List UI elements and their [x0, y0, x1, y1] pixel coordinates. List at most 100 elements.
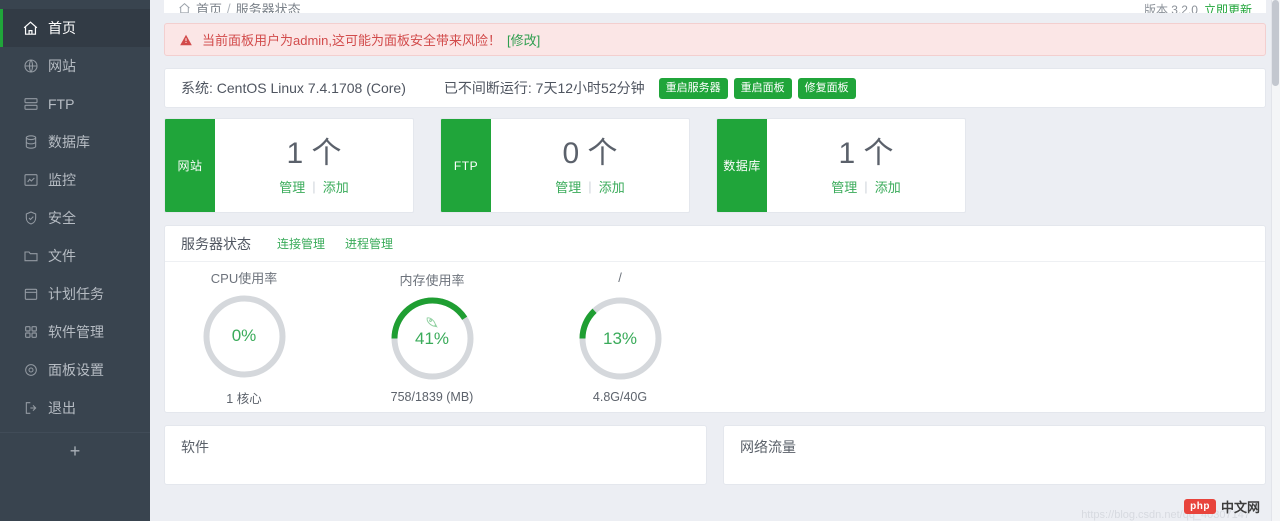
card-link-divider: | — [864, 179, 867, 194]
breadcrumb-current: 服务器状态 — [236, 0, 301, 14]
resource-gauges: CPU使用率 0% 1 核心 内存使用率 — [165, 262, 1265, 412]
sidebar-item-label: 安全 — [48, 208, 76, 228]
sidebar-item-logout[interactable]: 退出 — [0, 389, 150, 427]
card-body: 0 个 管理 | 添加 — [491, 119, 689, 212]
sidebar-item-monitor[interactable]: 监控 — [0, 161, 150, 199]
system-uptime-label: 已不间断运行: 7天12小时52分钟 — [444, 78, 645, 98]
sidebar-item-label: 首页 — [48, 18, 76, 38]
sidebar-add-button[interactable]: + — [0, 432, 150, 468]
stat-cards: 网站 1 个 管理 | 添加 FTP 0 个 管理 | — [164, 118, 1266, 213]
version-label: 版本 3.2.0 — [1144, 1, 1198, 14]
sidebar-item-label: 网站 — [48, 56, 76, 76]
watermark-logo: php 中文网 — [1184, 497, 1260, 516]
stat-card-website[interactable]: 网站 1 个 管理 | 添加 — [164, 118, 414, 213]
alert-text: 当前面板用户为admin,这可能为面板安全带来风险！ — [202, 30, 501, 49]
card-links: 管理 | 添加 — [555, 177, 624, 196]
network-traffic-panel-title: 网络流量 — [724, 426, 1265, 468]
gauge-memory: 内存使用率 41% 758/1839 (MB) — [375, 270, 489, 404]
sidebar-item-label: 计划任务 — [48, 284, 104, 304]
system-os-label: 系统: CentOS Linux 7.4.1708 (Core) — [181, 78, 406, 98]
alert-modify-link[interactable]: [修改] — [507, 30, 540, 49]
sidebar-item-label: 监控 — [48, 170, 76, 190]
restart-server-button[interactable]: 重启服务器 — [659, 78, 728, 99]
server-icon — [22, 96, 39, 113]
gauge-ring: 13% — [578, 296, 663, 381]
card-link-divider: | — [588, 179, 591, 194]
process-manage-link[interactable]: 进程管理 — [345, 235, 393, 252]
sidebar-item-label: 软件管理 — [48, 322, 104, 342]
network-traffic-panel: 网络流量 — [723, 425, 1266, 485]
admin-user-warning-alert: 当前面板用户为admin,这可能为面板安全带来风险！ [修改] — [164, 23, 1266, 56]
gauge-label: / — [618, 270, 622, 288]
version-info: 版本 3.2.0 立即更新 — [1144, 1, 1252, 14]
main-content: 首页 / 服务器状态 版本 3.2.0 立即更新 当前面板用户为admin,这可… — [150, 0, 1280, 521]
card-tab-label: FTP — [441, 119, 491, 212]
bottom-panels: 软件 网络流量 — [164, 425, 1266, 485]
monitor-icon — [22, 172, 39, 189]
sidebar-item-label: 数据库 — [48, 132, 90, 152]
card-manage-link[interactable]: 管理 — [831, 177, 857, 196]
gauge-sub-label: 4.8G/40G — [593, 390, 647, 404]
card-count: 1 个 — [286, 138, 341, 170]
gauge-cpu: CPU使用率 0% 1 核心 — [187, 268, 301, 407]
software-panel: 软件 — [164, 425, 707, 485]
sidebar-item-cron[interactable]: 计划任务 — [0, 275, 150, 313]
gauge-label: 内存使用率 — [399, 270, 464, 288]
sidebar-item-label: 退出 — [48, 398, 76, 418]
card-body: 1 个 管理 | 添加 — [767, 119, 965, 212]
sidebar-item-software[interactable]: 软件管理 — [0, 313, 150, 351]
breadcrumb-separator: / — [227, 1, 231, 14]
sidebar-item-database[interactable]: 数据库 — [0, 123, 150, 161]
gauge-value: 0% — [202, 294, 287, 379]
gauge-sub-label: 758/1839 (MB) — [391, 390, 474, 404]
card-tab-label: 网站 — [165, 119, 215, 212]
server-status-title: 服务器状态 — [181, 234, 251, 254]
sidebar-item-security[interactable]: 安全 — [0, 199, 150, 237]
sidebar-item-ftp[interactable]: FTP — [0, 85, 150, 123]
calendar-icon — [22, 286, 39, 303]
card-manage-link[interactable]: 管理 — [279, 177, 305, 196]
home-icon — [178, 2, 191, 14]
software-panel-title: 软件 — [165, 426, 706, 468]
breadcrumb: 首页 / 服务器状态 — [178, 0, 301, 14]
globe-icon — [22, 58, 39, 75]
php-badge: php — [1184, 499, 1216, 514]
scrollbar-thumb[interactable] — [1272, 0, 1279, 86]
folder-icon — [22, 248, 39, 265]
warning-triangle-icon — [179, 33, 193, 47]
sidebar: 首页 网站 FTP 数据库 — [0, 0, 150, 521]
card-links: 管理 | 添加 — [279, 177, 348, 196]
sidebar-item-website[interactable]: 网站 — [0, 47, 150, 85]
restart-panel-button[interactable]: 重启面板 — [734, 78, 792, 99]
gauge-sub-label: 1 核心 — [226, 388, 261, 407]
card-manage-link[interactable]: 管理 — [555, 177, 581, 196]
breadcrumb-bar: 首页 / 服务器状态 版本 3.2.0 立即更新 — [164, 0, 1266, 14]
database-icon — [22, 134, 39, 151]
card-add-link[interactable]: 添加 — [599, 177, 625, 196]
server-status-panel: 服务器状态 连接管理 进程管理 CPU使用率 0% 1 — [164, 225, 1266, 413]
card-link-divider: | — [312, 179, 315, 194]
card-links: 管理 | 添加 — [831, 177, 900, 196]
sidebar-item-settings[interactable]: 面板设置 — [0, 351, 150, 389]
gauge-ring: 0% — [202, 294, 287, 379]
system-action-buttons: 重启服务器 重启面板 修复面板 — [659, 78, 856, 99]
update-now-link[interactable]: 立即更新 — [1204, 1, 1252, 14]
breadcrumb-home-link[interactable]: 首页 — [196, 0, 222, 14]
card-body: 1 个 管理 | 添加 — [215, 119, 413, 212]
gauge-value: 13% — [578, 296, 663, 381]
card-add-link[interactable]: 添加 — [875, 177, 901, 196]
repair-panel-button[interactable]: 修复面板 — [798, 78, 856, 99]
page-scrollbar[interactable] — [1271, 0, 1280, 521]
card-tab-label: 数据库 — [717, 119, 767, 212]
sidebar-item-home[interactable]: 首页 — [0, 9, 150, 47]
sidebar-item-files[interactable]: 文件 — [0, 237, 150, 275]
connection-manage-link[interactable]: 连接管理 — [277, 235, 325, 252]
panel-app: 首页 网站 FTP 数据库 — [0, 0, 1280, 521]
server-status-header: 服务器状态 连接管理 进程管理 — [165, 226, 1265, 262]
stat-card-database[interactable]: 数据库 1 个 管理 | 添加 — [716, 118, 966, 213]
logout-icon — [22, 400, 39, 417]
watermark-text: 中文网 — [1221, 497, 1260, 516]
card-add-link[interactable]: 添加 — [323, 177, 349, 196]
stat-card-ftp[interactable]: FTP 0 个 管理 | 添加 — [440, 118, 690, 213]
sidebar-item-label: FTP — [48, 96, 74, 112]
